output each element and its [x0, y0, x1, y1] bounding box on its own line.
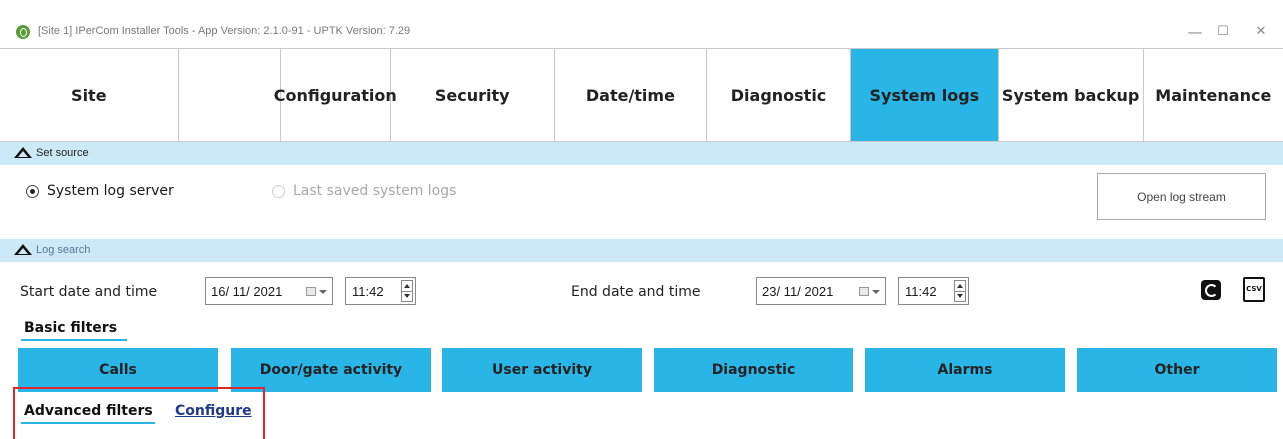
- end-time-value: 11:42: [905, 283, 937, 299]
- title-bar: [Site 1] IPerCom Installer Tools - App V…: [0, 18, 1283, 48]
- csv-export-icon[interactable]: CSV: [1243, 277, 1265, 302]
- close-button[interactable]: ✕: [1249, 22, 1273, 42]
- start-date-value: 16/ 11/ 2021: [211, 283, 283, 299]
- end-time-field[interactable]: 11:42: [898, 277, 969, 305]
- advanced-filters-underline: [21, 422, 155, 424]
- tab-diagnostic[interactable]: Diagnostic: [707, 49, 852, 141]
- end-time-spinner[interactable]: [954, 280, 966, 302]
- chevron-down-icon[interactable]: [319, 290, 327, 294]
- start-date-picker[interactable]: 16/ 11/ 2021: [205, 277, 333, 305]
- basic-filters-underline: [21, 339, 127, 341]
- set-source-label: Set source: [36, 147, 89, 159]
- calendar-icon[interactable]: [859, 287, 869, 296]
- radio-system-log-server-label: System log server: [47, 183, 174, 199]
- spin-down-icon[interactable]: [957, 294, 963, 298]
- filter-door-gate-button[interactable]: Door/gate activity: [231, 348, 431, 392]
- configure-link[interactable]: Configure: [175, 403, 252, 419]
- spin-down-icon[interactable]: [404, 294, 410, 298]
- end-date-label: End date and time: [571, 284, 701, 300]
- refresh-icon[interactable]: [1201, 280, 1221, 300]
- collapse-caret-icon[interactable]: [14, 244, 32, 255]
- spin-up-icon[interactable]: [404, 284, 410, 288]
- radio-checked-icon[interactable]: [26, 184, 39, 198]
- start-time-value: 11:42: [352, 283, 384, 299]
- end-date-picker[interactable]: 23/ 11/ 2021: [756, 277, 886, 305]
- app-logo-icon: [16, 25, 30, 39]
- filter-diagnostic-button[interactable]: Diagnostic: [654, 348, 853, 392]
- radio-system-log-server[interactable]: System log server: [26, 183, 174, 199]
- log-search-header[interactable]: Log search: [0, 239, 1283, 262]
- filter-calls-button[interactable]: Calls: [18, 348, 218, 392]
- start-time-field[interactable]: 11:42: [345, 277, 416, 305]
- calendar-icon[interactable]: [306, 287, 316, 296]
- chevron-down-icon[interactable]: [872, 290, 880, 294]
- set-source-header[interactable]: Set source: [0, 142, 1283, 165]
- filter-user-activity-button[interactable]: User activity: [442, 348, 642, 392]
- tab-configuration[interactable]: Configuration: [274, 49, 397, 141]
- collapse-caret-icon[interactable]: [14, 147, 32, 158]
- radio-last-saved-logs-label: Last saved system logs: [293, 183, 457, 199]
- spin-up-icon[interactable]: [957, 284, 963, 288]
- maximize-button[interactable]: ☐: [1211, 22, 1235, 42]
- open-log-stream-button[interactable]: Open log stream: [1097, 173, 1266, 220]
- tab-system-backup[interactable]: System backup: [999, 49, 1144, 141]
- log-search-label: Log search: [36, 244, 91, 256]
- start-time-spinner[interactable]: [401, 280, 413, 302]
- minimize-button[interactable]: —: [1183, 22, 1207, 42]
- filter-other-button[interactable]: Other: [1077, 348, 1277, 392]
- radio-last-saved-logs: Last saved system logs: [272, 183, 456, 199]
- radio-unchecked-icon: [272, 184, 285, 198]
- tab-system-logs[interactable]: System logs: [851, 49, 999, 141]
- window-title: [Site 1] IPerCom Installer Tools - App V…: [38, 25, 411, 37]
- start-date-label: Start date and time: [20, 284, 158, 300]
- tab-site[interactable]: Site: [0, 49, 179, 141]
- basic-filters-title: Basic filters: [24, 320, 118, 336]
- main-tab-bar: Site Configuration Security Date/time Di…: [0, 48, 1283, 142]
- tab-date-time[interactable]: Date/time: [555, 49, 708, 141]
- advanced-filters-title[interactable]: Advanced filters: [24, 403, 153, 419]
- filter-alarms-button[interactable]: Alarms: [865, 348, 1065, 392]
- tab-security[interactable]: Security: [391, 49, 555, 141]
- end-date-value: 23/ 11/ 2021: [762, 283, 834, 299]
- tab-maintenance[interactable]: Maintenance: [1144, 49, 1283, 141]
